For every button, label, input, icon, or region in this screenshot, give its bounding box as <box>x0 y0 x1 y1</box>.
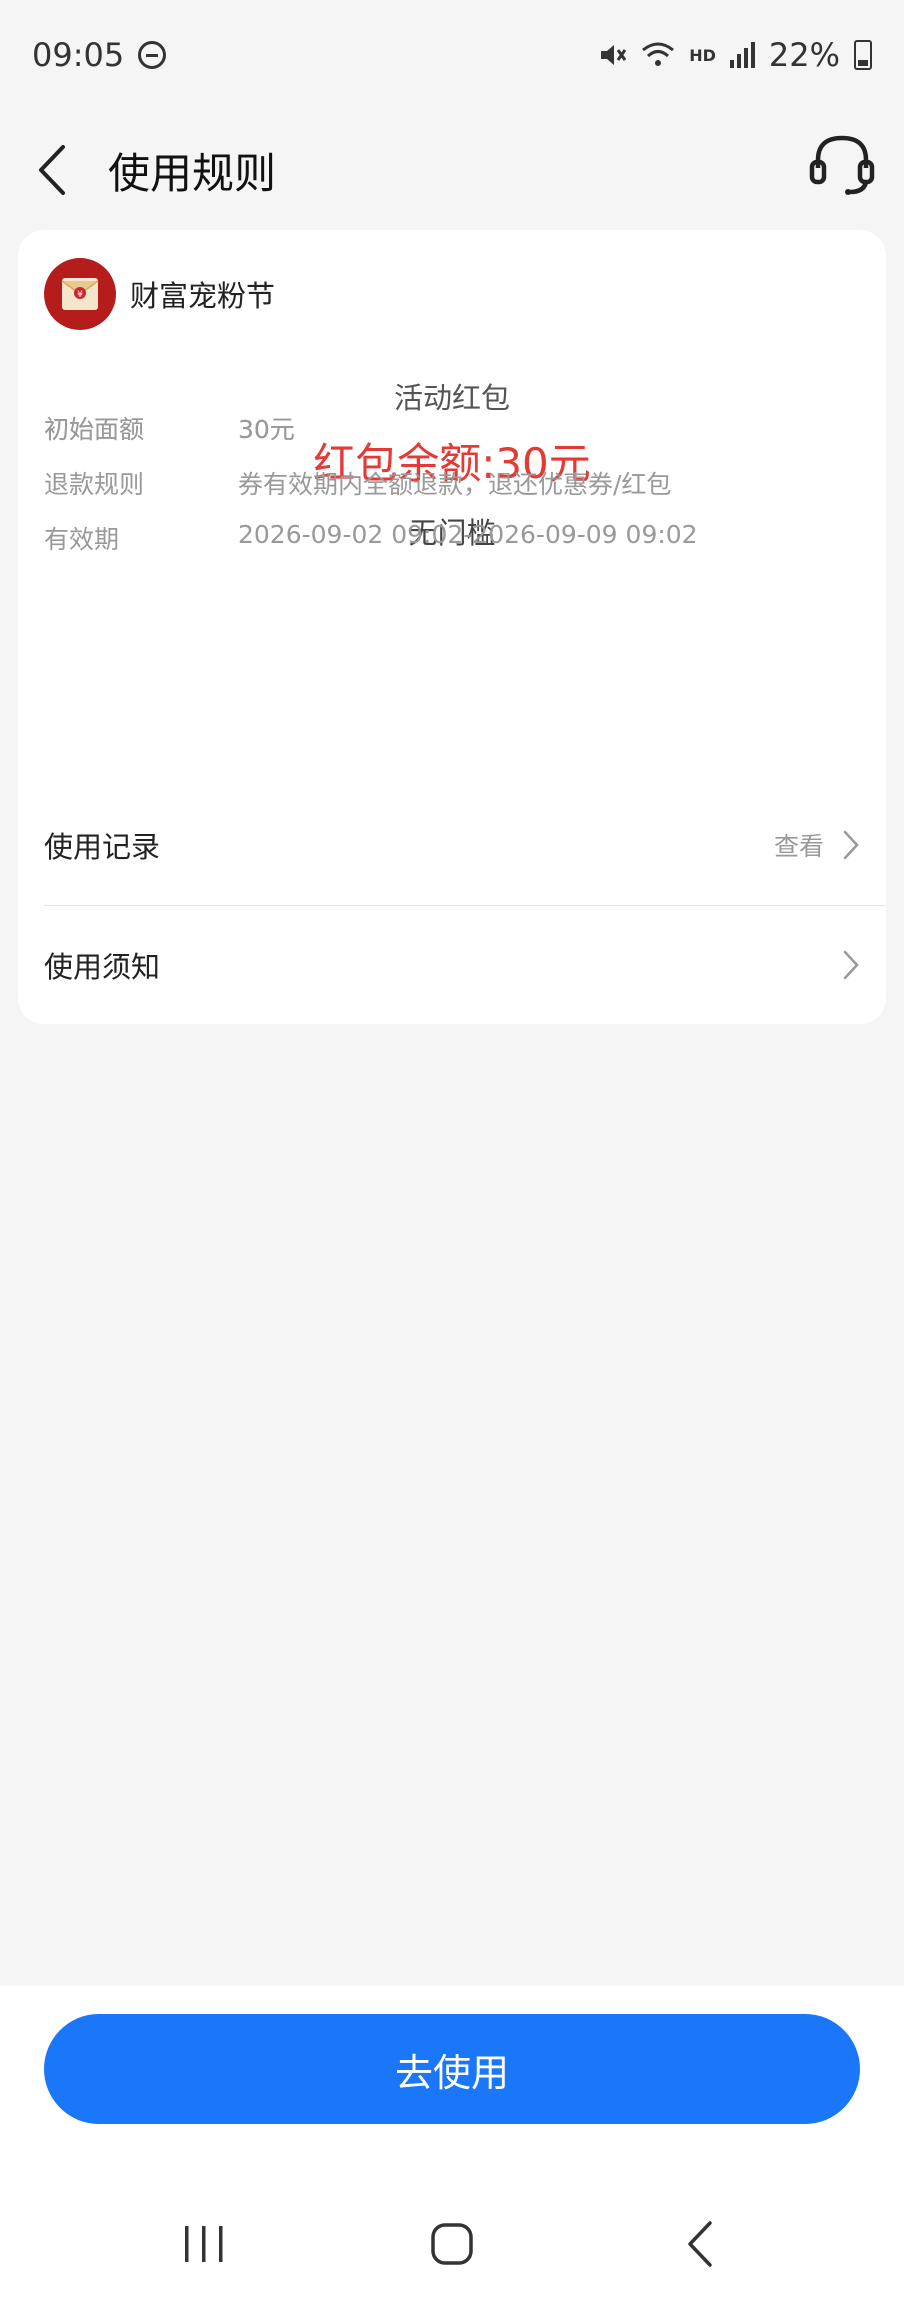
info-label-refund: 退款规则 <box>44 470 145 499</box>
recent-apps-button[interactable] <box>164 2204 244 2284</box>
network-type-badge: HD <box>689 45 716 65</box>
recent-apps-icon <box>185 2226 223 2262</box>
usage-record-row[interactable]: 使用记录 查看 <box>44 786 886 904</box>
signal-strength-icon <box>729 42 755 68</box>
info-value-validity: 2026-09-02 09:02-2026-09-09 09:02 <box>238 520 698 549</box>
use-now-button[interactable]: 去使用 <box>44 2014 860 2124</box>
bottom-action-bar: 去使用 <box>0 1986 904 2316</box>
status-bar: 09:05 HD 22% <box>0 0 904 110</box>
status-left: 09:05 <box>32 36 167 74</box>
info-row-validity: 有效期 2026-09-02 09:02-2026-09-09 09:02 <box>44 520 698 556</box>
system-back-button[interactable] <box>660 2204 740 2284</box>
system-navigation-bar <box>0 2172 904 2316</box>
svg-text:¥: ¥ <box>77 290 83 300</box>
top-navigation-bar: 使用规则 <box>0 110 904 230</box>
battery-percent: 22% <box>768 36 840 74</box>
usage-record-view: 查看 <box>774 827 860 863</box>
chevron-left-icon <box>39 145 65 195</box>
usage-notice-arrow <box>842 949 860 981</box>
usage-record-label: 使用记录 <box>44 830 161 864</box>
mute-icon <box>601 45 627 65</box>
info-row-amount: 初始面额 30元 <box>44 410 295 446</box>
view-link: 查看 <box>773 832 824 861</box>
chevron-right-icon <box>842 829 860 861</box>
back-button[interactable] <box>32 140 72 200</box>
home-icon <box>431 2223 473 2265</box>
info-row-refund: 退款规则 券有效期内全额退款，退还优惠券/红包 <box>44 465 671 501</box>
screen: 09:05 HD 22% 使用规则 ¥ 财富宠粉节 活动红包 红包余额:30元 … <box>0 0 904 2316</box>
headset-icon <box>809 135 875 195</box>
home-button[interactable] <box>412 2204 492 2284</box>
chevron-right-icon <box>842 949 860 981</box>
info-label-validity: 有效期 <box>44 525 120 554</box>
back-arrow-icon <box>688 2221 712 2267</box>
do-not-disturb-icon <box>138 41 167 69</box>
info-value-refund: 券有效期内全额退款，退还优惠券/红包 <box>238 470 672 499</box>
battery-icon <box>854 40 872 70</box>
info-label-amount: 初始面额 <box>44 415 145 444</box>
shop-name: 财富宠粉节 <box>130 279 276 313</box>
wifi-icon <box>642 42 675 66</box>
shop-row: ¥ 财富宠粉节 <box>44 258 275 330</box>
usage-notice-label: 使用须知 <box>44 950 161 984</box>
shop-logo: ¥ <box>44 258 116 330</box>
status-right: HD 22% <box>597 36 872 74</box>
info-value-amount: 30元 <box>238 415 295 444</box>
status-time: 09:05 <box>32 36 125 74</box>
customer-service-button[interactable] <box>806 128 878 200</box>
usage-notice-row[interactable]: 使用须知 <box>44 906 886 1024</box>
page-title: 使用规则 <box>108 148 277 198</box>
red-envelope-icon: ¥ <box>61 278 99 310</box>
